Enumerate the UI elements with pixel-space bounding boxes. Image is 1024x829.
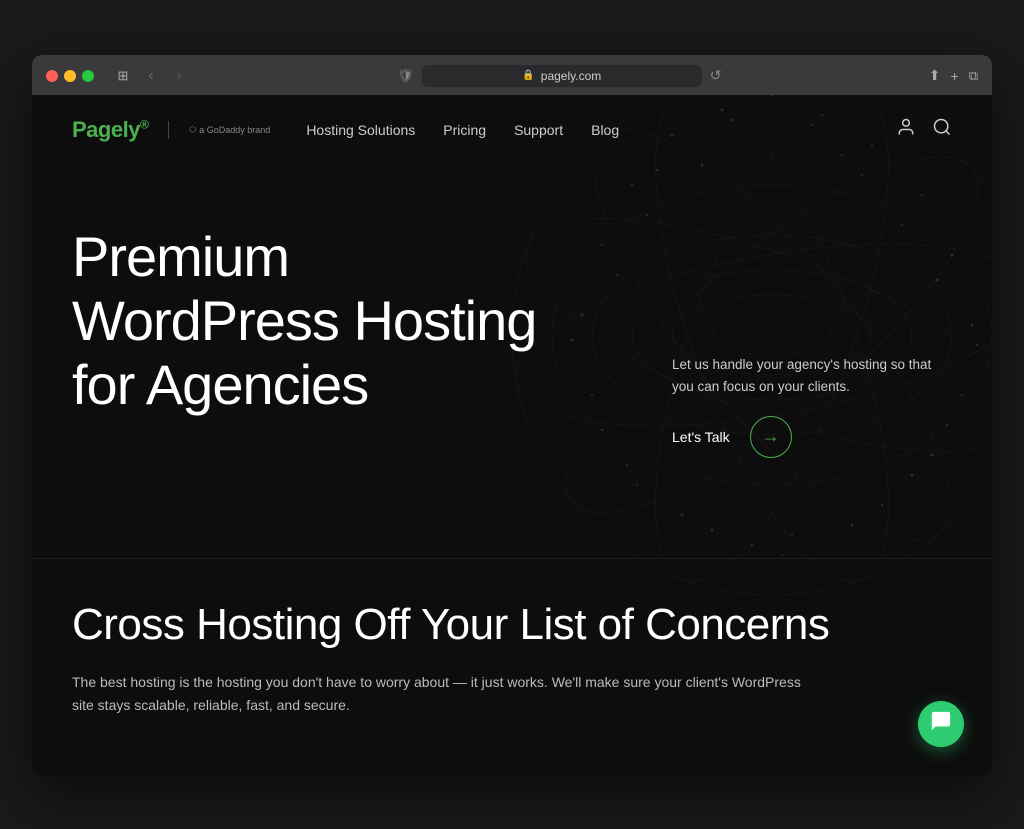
hero-cta-row: Let's Talk →	[672, 416, 932, 458]
site-content: Pagely® ⬡ a GoDaddy brand Hosting Soluti…	[32, 95, 992, 775]
nav-link-hosting-solutions[interactable]: Hosting Solutions	[306, 122, 415, 138]
logo-divider	[168, 121, 169, 139]
godaddy-icon: ⬡	[189, 125, 196, 134]
shield-icon: 🛡	[397, 68, 414, 84]
arrow-right-icon: →	[762, 426, 780, 447]
nav-links: Hosting Solutions Pricing Support Blog	[306, 122, 619, 138]
sidebar-toggle-button[interactable]: ⊞	[112, 65, 134, 87]
chat-icon	[930, 710, 952, 738]
logo-wordmark: Pagely®	[72, 117, 148, 143]
url-text: pagely.com	[541, 69, 601, 83]
nav-link-blog[interactable]: Blog	[591, 122, 619, 138]
chat-bubble-button[interactable]	[918, 701, 964, 747]
nav-right	[896, 117, 952, 142]
hero-cta-area: Let us handle your agency's hosting so t…	[672, 354, 932, 457]
traffic-lights	[46, 70, 94, 82]
section-two-title: Cross Hosting Off Your List of Concerns	[72, 599, 952, 652]
hero-title-line3: for Agencies	[72, 353, 368, 416]
browser-actions: ⬆ + ⧉	[929, 67, 978, 84]
browser-controls: ⊞ ‹ ›	[112, 65, 190, 87]
logo-text: Pagely	[72, 117, 140, 142]
address-bar[interactable]: 🔒 pagely.com	[422, 65, 702, 87]
hero-title-line1: Premium	[72, 225, 289, 288]
browser-chrome: ⊞ ‹ › 🛡 🔒 pagely.com ↺ ⬆ + ⧉	[32, 55, 992, 95]
lock-icon: 🔒	[522, 70, 534, 81]
section-two: Cross Hosting Off Your List of Concerns …	[32, 558, 992, 747]
godaddy-badge: ⬡ a GoDaddy brand	[189, 125, 270, 135]
back-button[interactable]: ‹	[140, 65, 162, 87]
new-tab-icon[interactable]: +	[951, 68, 959, 84]
hero-subtitle: Let us handle your agency's hosting so t…	[672, 354, 932, 397]
user-icon[interactable]	[896, 117, 916, 142]
close-button[interactable]	[46, 70, 58, 82]
nav-link-pricing[interactable]: Pricing	[443, 122, 486, 138]
hero-cta-label: Let's Talk	[672, 429, 730, 445]
minimize-button[interactable]	[64, 70, 76, 82]
search-icon[interactable]	[932, 117, 952, 142]
hero-title-line2: WordPress Hosting	[72, 289, 536, 352]
main-nav: Pagely® ⬡ a GoDaddy brand Hosting Soluti…	[32, 95, 992, 165]
nav-link-support[interactable]: Support	[514, 122, 563, 138]
tab-overview-icon[interactable]: ⧉	[969, 68, 978, 84]
forward-button[interactable]: ›	[168, 65, 190, 87]
section-two-description: The best hosting is the hosting you don'…	[72, 671, 812, 716]
refresh-icon[interactable]: ↺	[710, 67, 722, 84]
hero-section: Premium WordPress Hosting for Agencies L…	[32, 165, 992, 558]
cta-arrow-button[interactable]: →	[750, 416, 792, 458]
nav-logo: Pagely® ⬡ a GoDaddy brand	[72, 117, 270, 143]
fullscreen-button[interactable]	[82, 70, 94, 82]
logo-accent: ®	[140, 117, 148, 131]
hero-title: Premium WordPress Hosting for Agencies	[72, 225, 592, 418]
share-icon[interactable]: ⬆	[929, 67, 941, 84]
godaddy-label: a GoDaddy brand	[199, 125, 270, 135]
address-bar-container: 🛡 🔒 pagely.com ↺	[200, 65, 919, 87]
browser-window: ⊞ ‹ › 🛡 🔒 pagely.com ↺ ⬆ + ⧉ Pagely®	[32, 55, 992, 775]
